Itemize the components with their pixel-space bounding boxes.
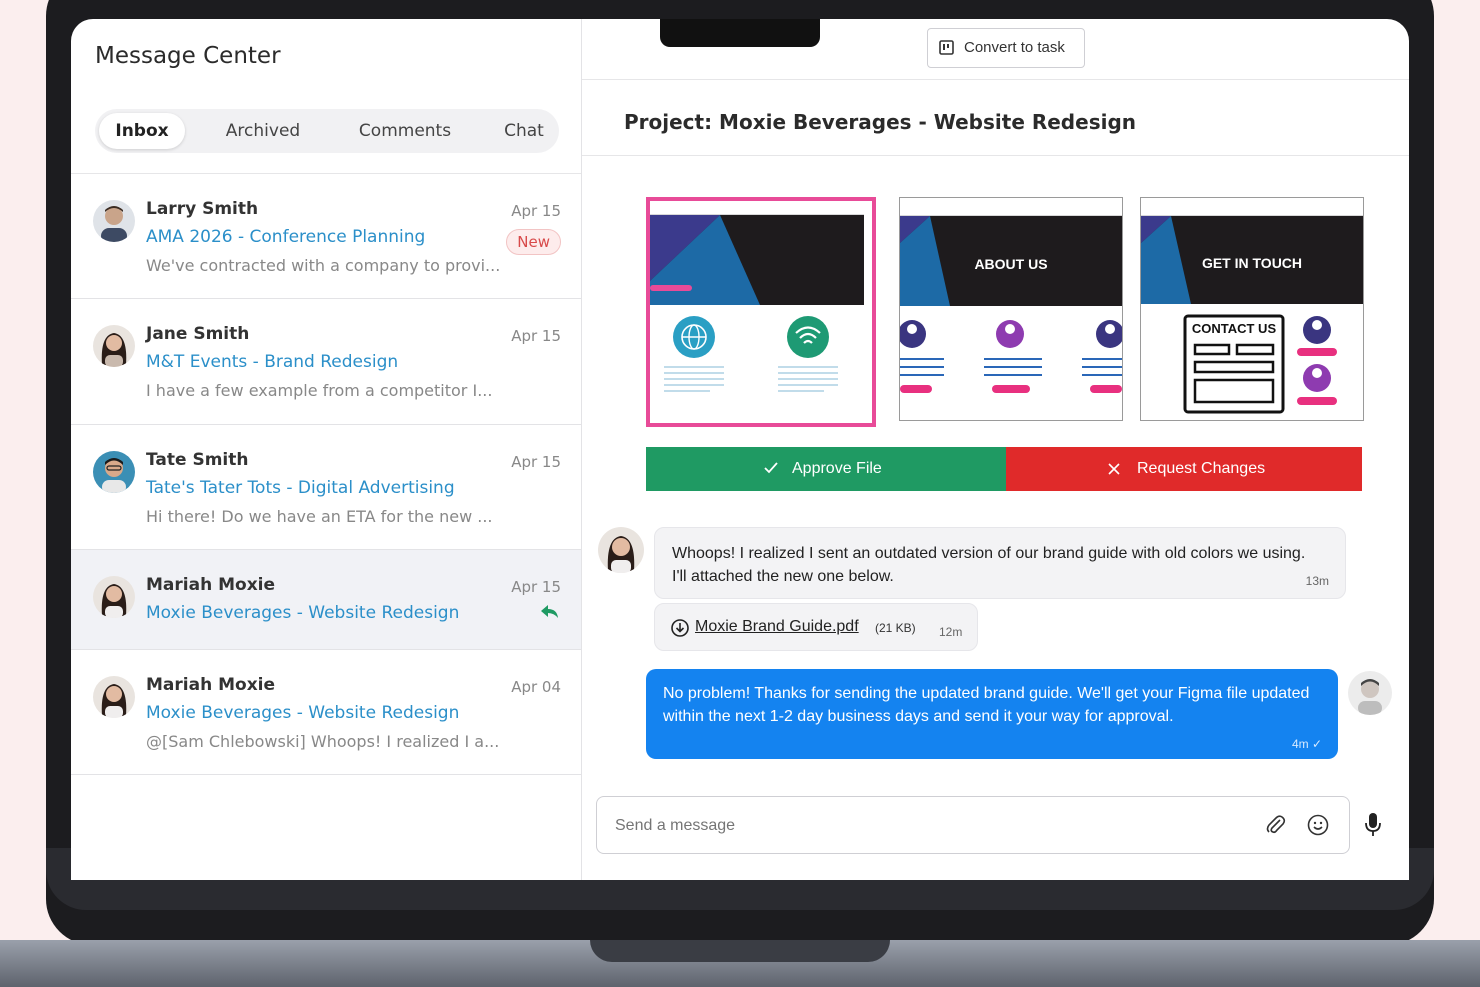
file-name-link[interactable]: Moxie Brand Guide.pdf (695, 618, 859, 636)
thread-subject: Tate's Tater Tots - Digital Advertising (146, 478, 455, 498)
tab-archived[interactable]: Archived (207, 109, 319, 153)
tab-inbox[interactable]: Inbox (99, 113, 185, 149)
mockup-heading: ABOUT US (974, 256, 1048, 272)
avatar (93, 676, 135, 718)
sender-name: Tate Smith (146, 450, 249, 470)
thread-date: Apr 15 (511, 578, 561, 596)
page-title: Message Center (95, 43, 281, 69)
paperclip-icon[interactable] (1265, 814, 1287, 841)
avatar (93, 576, 135, 618)
mockup-heading: GET IN TOUCH (1201, 255, 1303, 271)
mockup-thumbnail[interactable]: GET IN TOUCH CONTACT US (1140, 197, 1364, 421)
thread-preview: Hi there! Do we have an ETA for the new … (146, 507, 493, 526)
thread-item-selected[interactable]: Mariah Moxie Moxie Beverages - Website R… (71, 550, 581, 650)
sender-name: Mariah Moxie (146, 675, 276, 695)
thread-item[interactable]: Mariah Moxie Moxie Beverages - Website R… (71, 650, 581, 775)
approve-label: Approve File (792, 460, 882, 477)
request-changes-label: Request Changes (1137, 460, 1266, 477)
check-icon (764, 461, 778, 479)
laptop-hinge (590, 940, 890, 962)
divider (582, 155, 1409, 156)
thread-preview: @[Sam Chlebowski] Whoops! I realized I a… (146, 732, 500, 751)
mockup-subheading: CONTACT US (1191, 321, 1277, 336)
convert-to-task-button[interactable]: Convert to task (927, 28, 1085, 68)
message-input[interactable] (613, 811, 1237, 841)
download-icon (671, 619, 689, 642)
convert-label: Convert to task (964, 39, 1065, 56)
message-text: No problem! Thanks for sending the updat… (663, 685, 1310, 725)
thread-item[interactable]: Jane Smith M&T Events - Brand Redesign I… (71, 299, 581, 425)
reply-icon (541, 605, 559, 624)
thread-item[interactable]: Larry Smith AMA 2026 - Conference Planni… (71, 174, 581, 299)
new-badge: New (506, 229, 561, 255)
sender-name: Mariah Moxie (146, 575, 276, 595)
avatar (1348, 671, 1392, 715)
thread-date: Apr 15 (511, 327, 561, 345)
thread-item[interactable]: Tate Smith Tate's Tater Tots - Digital A… (71, 425, 581, 550)
message-time: 4m ✓ (1291, 737, 1322, 751)
request-changes-button[interactable]: Request Changes (1006, 447, 1362, 491)
avatar (598, 527, 644, 573)
thread-subject: Moxie Beverages - Website Redesign (146, 603, 460, 623)
thread-subject: Moxie Beverages - Website Redesign (146, 703, 460, 723)
sender-name: Jane Smith (146, 324, 250, 344)
microphone-icon[interactable] (1364, 812, 1382, 843)
outgoing-message: No problem! Thanks for sending the updat… (646, 669, 1338, 759)
mockup-thumbnail[interactable]: ABOUT US (899, 197, 1123, 421)
avatar (93, 325, 135, 367)
divider (582, 79, 1409, 80)
approve-file-button[interactable]: Approve File (646, 447, 1006, 491)
close-icon (1108, 462, 1120, 480)
message-composer (596, 796, 1350, 854)
sender-name: Larry Smith (146, 199, 259, 219)
avatar (93, 451, 135, 493)
avatar (93, 200, 135, 242)
file-size: (21 KB) (875, 621, 916, 635)
tab-comments[interactable]: Comments (345, 109, 465, 153)
thread-date: Apr 15 (511, 453, 561, 471)
tab-chat[interactable]: Chat (491, 109, 557, 153)
message-time: 13m (1305, 574, 1329, 588)
tab-bar: Inbox Archived Comments Chat (95, 109, 559, 153)
thread-date: Apr 15 (511, 202, 561, 220)
incoming-message: Whoops! I realized I sent an outdated ve… (654, 527, 1346, 599)
thread-subject: AMA 2026 - Conference Planning (146, 227, 426, 247)
kanban-icon (939, 40, 954, 59)
message-text: Whoops! I realized I sent an outdated ve… (672, 545, 1306, 585)
camera-notch (660, 19, 820, 47)
thread-preview: We've contracted with a company to provi… (146, 256, 501, 275)
thread-preview: I have a few example from a competitor I… (146, 381, 493, 400)
thread-date: Apr 04 (511, 678, 561, 696)
mockup-thumbnail-selected[interactable] (646, 197, 876, 427)
conversation-panel: Convert to task Project: Moxie Beverages… (582, 19, 1409, 880)
message-time: 12m (939, 625, 963, 639)
project-title: Project: Moxie Beverages - Website Redes… (624, 110, 1137, 134)
emoji-icon[interactable] (1307, 814, 1329, 841)
app-screen: Message Center Inbox Archived Comments C… (71, 19, 1409, 880)
message-list-panel: Message Center Inbox Archived Comments C… (71, 19, 582, 880)
thread-subject: M&T Events - Brand Redesign (146, 352, 399, 372)
file-attachment[interactable]: Moxie Brand Guide.pdf (21 KB) 12m (654, 603, 978, 651)
